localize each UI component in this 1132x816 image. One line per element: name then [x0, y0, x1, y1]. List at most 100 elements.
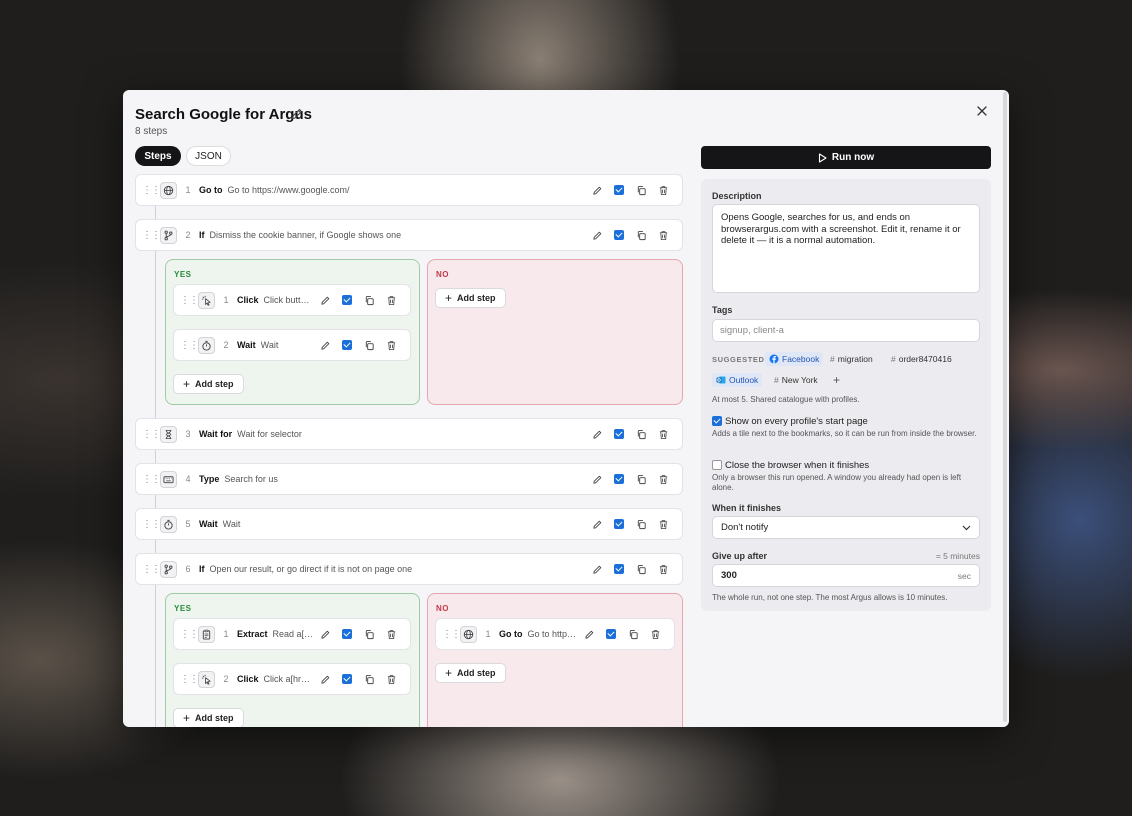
- step-detail: Click a[href*…: [263, 674, 314, 684]
- step-row[interactable]: ⋮⋮ 1 Click Click button…: [173, 284, 411, 316]
- add-step-button[interactable]: + Add step: [173, 374, 244, 394]
- edit-icon[interactable]: [586, 227, 608, 243]
- delete-icon[interactable]: [652, 516, 674, 532]
- step-row[interactable]: ⋮⋮ 3 Wait for Wait for selector: [135, 418, 683, 450]
- add-step-button[interactable]: + Add step: [435, 288, 506, 308]
- run-now-button[interactable]: Run now: [701, 146, 991, 169]
- enabled-checkbox[interactable]: [600, 626, 622, 642]
- edit-icon[interactable]: [314, 337, 336, 353]
- step-row[interactable]: ⋮⋮ 1 Extract Read a[hr…: [173, 618, 411, 650]
- enabled-checkbox[interactable]: [608, 516, 630, 532]
- drag-handle-icon[interactable]: ⋮⋮: [180, 340, 199, 351]
- tag-chip-facebook[interactable]: Facebook: [765, 352, 824, 366]
- step-actions: [586, 471, 674, 487]
- duplicate-icon[interactable]: [630, 561, 652, 577]
- details-panel: Description Opens Google, searches for u…: [701, 179, 991, 611]
- tag-chip-new-york[interactable]: # New York: [770, 373, 822, 387]
- drag-handle-icon[interactable]: ⋮⋮: [142, 185, 161, 196]
- delete-icon[interactable]: [652, 471, 674, 487]
- when-finishes-select[interactable]: Don't notify: [712, 516, 980, 539]
- edit-icon[interactable]: [314, 671, 336, 687]
- step-row[interactable]: ⋮⋮ 4 Type Search for us: [135, 463, 683, 495]
- close-icon[interactable]: [975, 104, 989, 118]
- plus-icon: +: [183, 711, 191, 725]
- drag-handle-icon[interactable]: ⋮⋮: [142, 519, 161, 530]
- drag-handle-icon[interactable]: ⋮⋮: [180, 295, 199, 306]
- duplicate-icon[interactable]: [630, 426, 652, 442]
- duplicate-icon[interactable]: [630, 516, 652, 532]
- delete-icon[interactable]: [380, 292, 402, 308]
- duplicate-icon[interactable]: [358, 292, 380, 308]
- delete-icon[interactable]: [652, 227, 674, 243]
- edit-icon[interactable]: [586, 426, 608, 442]
- duplicate-icon[interactable]: [630, 182, 652, 198]
- tag-chip-order[interactable]: # order8470416: [887, 352, 956, 366]
- step-row[interactable]: ⋮⋮ 2 Wait Wait: [173, 329, 411, 361]
- step-row[interactable]: ⋮⋮ 1 Go to Go to https://www.google.com/: [135, 174, 683, 206]
- description-field[interactable]: Opens Google, searches for us, and ends …: [712, 204, 980, 293]
- enabled-checkbox[interactable]: [336, 671, 358, 687]
- tab-steps[interactable]: Steps: [135, 146, 181, 166]
- edit-icon[interactable]: [314, 292, 336, 308]
- step-number: 1: [485, 629, 491, 639]
- give-up-input[interactable]: 300 sec: [712, 564, 980, 587]
- add-step-button[interactable]: + Add step: [173, 708, 244, 727]
- duplicate-icon[interactable]: [622, 626, 644, 642]
- step-row[interactable]: ⋮⋮ 5 Wait Wait: [135, 508, 683, 540]
- enabled-checkbox[interactable]: [336, 292, 358, 308]
- branch-yes-label: YES: [174, 604, 192, 613]
- scrollbar[interactable]: [1003, 92, 1007, 722]
- step-row[interactable]: ⋮⋮ 2 If Dismiss the cookie banner, if Googl…: [135, 219, 683, 251]
- duplicate-icon[interactable]: [358, 337, 380, 353]
- delete-icon[interactable]: [652, 182, 674, 198]
- delete-icon[interactable]: [380, 337, 402, 353]
- drag-handle-icon[interactable]: ⋮⋮: [142, 474, 161, 485]
- step-row[interactable]: ⋮⋮ 1 Go to Go to https:/…: [435, 618, 675, 650]
- drag-handle-icon[interactable]: ⋮⋮: [142, 564, 161, 575]
- step-actions: [586, 516, 674, 532]
- drag-handle-icon[interactable]: ⋮⋮: [142, 429, 161, 440]
- duplicate-icon[interactable]: [630, 227, 652, 243]
- enabled-checkbox[interactable]: [608, 182, 630, 198]
- duplicate-icon[interactable]: [358, 626, 380, 642]
- drag-handle-icon[interactable]: ⋮⋮: [180, 629, 199, 640]
- duplicate-icon[interactable]: [358, 671, 380, 687]
- edit-icon[interactable]: [586, 516, 608, 532]
- close-browser-hint: Only a browser this run opened. A window…: [712, 473, 962, 492]
- duplicate-icon[interactable]: [630, 471, 652, 487]
- automation-modal: Search Google for Argus 8 steps Steps JS…: [123, 90, 1009, 727]
- delete-icon[interactable]: [644, 626, 666, 642]
- close-browser-checkbox[interactable]: [712, 460, 722, 470]
- step-row[interactable]: ⋮⋮ 6 If Open our result, or go direct if it…: [135, 553, 683, 585]
- step-detail: Wait: [260, 340, 279, 350]
- enabled-checkbox[interactable]: [608, 227, 630, 243]
- plus-icon: +: [833, 373, 841, 387]
- delete-icon[interactable]: [652, 426, 674, 442]
- enabled-checkbox[interactable]: [608, 471, 630, 487]
- edit-icon[interactable]: [586, 182, 608, 198]
- drag-handle-icon[interactable]: ⋮⋮: [180, 674, 199, 685]
- enabled-checkbox[interactable]: [608, 561, 630, 577]
- drag-handle-icon[interactable]: ⋮⋮: [142, 230, 161, 241]
- tag-chip-outlook[interactable]: Outlook: [712, 373, 763, 387]
- show-start-page-checkbox[interactable]: [712, 416, 722, 426]
- edit-icon[interactable]: [314, 626, 336, 642]
- tag-chip-migration[interactable]: # migration: [826, 352, 877, 366]
- enabled-checkbox[interactable]: [336, 626, 358, 642]
- edit-icon[interactable]: [578, 626, 600, 642]
- edit-icon[interactable]: [586, 471, 608, 487]
- steps-editor: Steps JSON YES NO YES NO ⋮⋮ 1 Go to Go to h…: [123, 90, 693, 727]
- add-tag-button[interactable]: +: [829, 373, 844, 387]
- add-step-button[interactable]: + Add step: [435, 663, 506, 683]
- delete-icon[interactable]: [380, 671, 402, 687]
- step-type: Type: [199, 474, 220, 484]
- drag-handle-icon[interactable]: ⋮⋮: [442, 629, 461, 640]
- tab-json[interactable]: JSON: [186, 146, 231, 166]
- enabled-checkbox[interactable]: [336, 337, 358, 353]
- step-row[interactable]: ⋮⋮ 2 Click Click a[href*…: [173, 663, 411, 695]
- delete-icon[interactable]: [652, 561, 674, 577]
- delete-icon[interactable]: [380, 626, 402, 642]
- tags-input[interactable]: signup, client-a: [712, 319, 980, 342]
- edit-icon[interactable]: [586, 561, 608, 577]
- enabled-checkbox[interactable]: [608, 426, 630, 442]
